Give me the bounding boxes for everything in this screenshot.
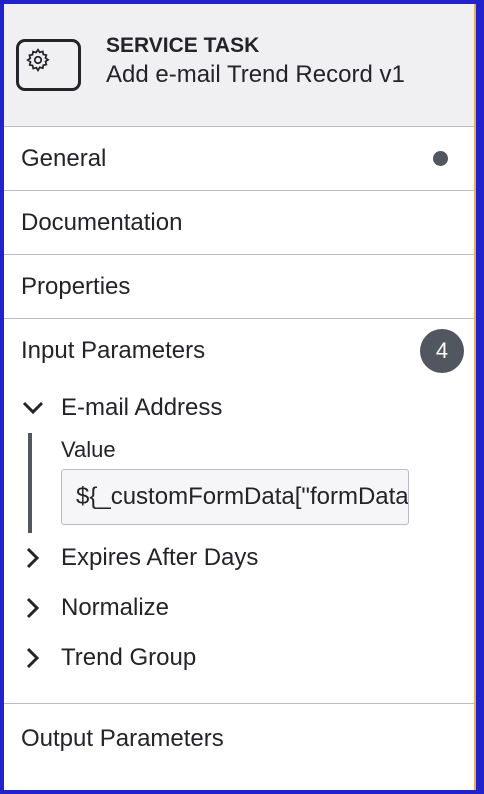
- group-output-parameters[interactable]: Output Parameters: [4, 704, 474, 774]
- entry-normalize-toggle[interactable]: Normalize: [4, 583, 474, 633]
- gear-icon: [26, 48, 50, 72]
- entry-email-address-toggle[interactable]: E-mail Address: [4, 383, 474, 433]
- list-item: Trend Group: [4, 633, 474, 683]
- group-general[interactable]: General: [4, 127, 474, 191]
- group-properties-label: Properties: [21, 272, 131, 300]
- entry-email-address-body: Value ${_customFormData["formData"]["ema…: [28, 433, 474, 533]
- count-badge: 4: [420, 329, 464, 373]
- entry-trend-group-toggle[interactable]: Trend Group: [4, 633, 474, 683]
- entry-label: Expires After Days: [61, 544, 259, 571]
- panel-header: SERVICE TASK Add e-mail Trend Record v1: [4, 4, 474, 127]
- list-item: E-mail Address Value ${_customFormData["…: [4, 383, 474, 533]
- entry-expires-after-days-toggle[interactable]: Expires After Days: [4, 533, 474, 583]
- group-input-parameters-header[interactable]: Input Parameters 4: [4, 319, 474, 383]
- entry-label: E-mail Address: [61, 394, 223, 421]
- group-documentation-label: Documentation: [21, 208, 183, 236]
- list-item: Normalize: [4, 583, 474, 633]
- chevron-right-icon: [21, 596, 45, 620]
- group-general-label: General: [21, 144, 107, 172]
- group-output-parameters-label: Output Parameters: [21, 725, 224, 752]
- header-text: SERVICE TASK Add e-mail Trend Record v1: [106, 32, 405, 90]
- properties-panel: SERVICE TASK Add e-mail Trend Record v1 …: [4, 4, 476, 790]
- chevron-down-icon: [21, 396, 45, 420]
- input-parameter-list: E-mail Address Value ${_customFormData["…: [4, 383, 474, 703]
- value-input[interactable]: ${_customFormData["formData"]["email"]}: [61, 469, 409, 525]
- value-label: Value: [61, 437, 116, 462]
- list-item: Expires After Days: [4, 533, 474, 583]
- group-properties[interactable]: Properties: [4, 255, 474, 319]
- service-task-icon: [16, 39, 81, 91]
- chevron-right-icon: [21, 646, 45, 670]
- element-name: Add e-mail Trend Record v1: [106, 61, 405, 88]
- group-input-parameters-label: Input Parameters: [21, 337, 206, 364]
- group-input-parameters: Input Parameters 4 E-mail Address Value …: [4, 319, 474, 704]
- entry-label: Normalize: [61, 594, 170, 621]
- data-marker-dot: [433, 151, 448, 166]
- chevron-right-icon: [21, 546, 45, 570]
- element-type-label: SERVICE TASK: [106, 34, 260, 57]
- entry-label: Trend Group: [61, 644, 197, 671]
- group-documentation[interactable]: Documentation: [4, 191, 474, 255]
